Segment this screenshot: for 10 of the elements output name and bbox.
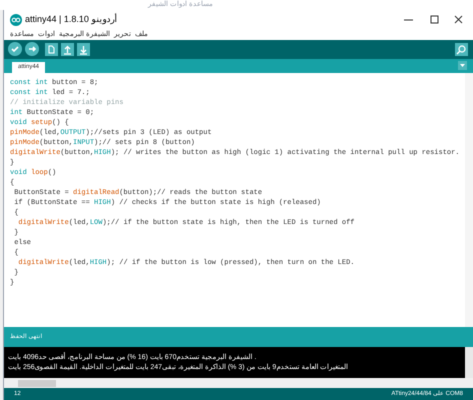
save-down-arrow-icon[interactable]: [77, 42, 90, 56]
new-file-icon[interactable]: [45, 42, 58, 56]
app-logo-icon: [10, 14, 22, 26]
window-title: attiny44 | 1.8.10 أردوينو: [25, 13, 118, 26]
verify-button-icon[interactable]: [8, 42, 22, 56]
serial-monitor-icon[interactable]: [455, 42, 468, 56]
tab-menu-caret-icon[interactable]: [458, 60, 467, 70]
open-up-arrow-icon[interactable]: [61, 42, 74, 56]
horizontal-scrollbar-thumb[interactable]: [18, 380, 56, 387]
upload-button-icon[interactable]: [25, 42, 39, 56]
